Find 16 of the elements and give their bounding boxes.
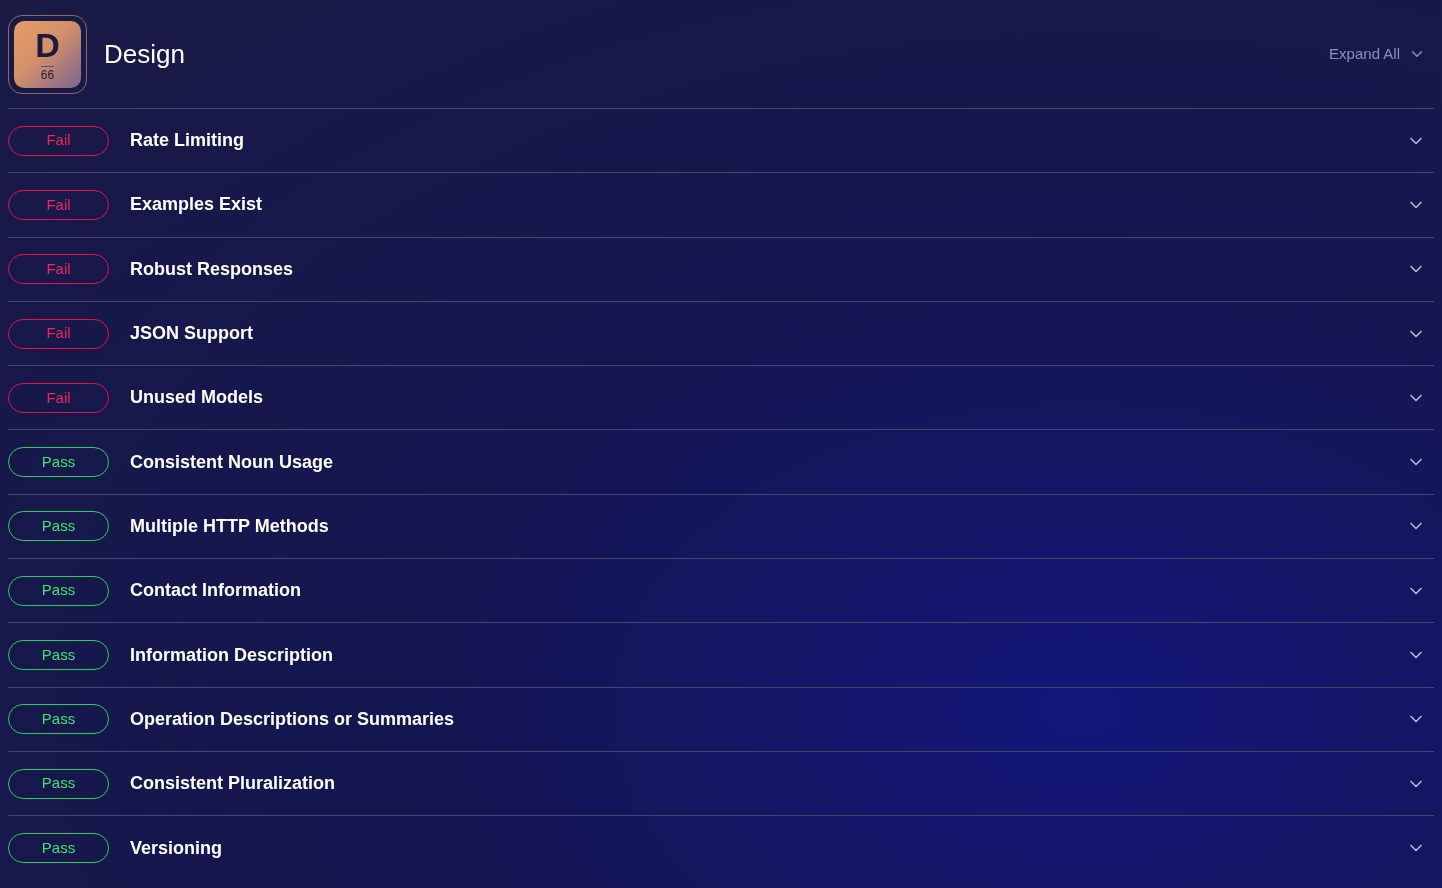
section-title: Design <box>104 37 185 71</box>
check-title: Consistent Pluralization <box>130 772 336 796</box>
check-title: Information Description <box>130 643 333 667</box>
check-title: Robust Responses <box>130 257 294 281</box>
check-title: JSON Support <box>130 322 253 346</box>
expand-all-button[interactable]: Expand All <box>1329 42 1426 66</box>
check-title: Operation Descriptions or Summaries <box>130 707 455 731</box>
check-title: Versioning <box>130 836 223 860</box>
check-title: Multiple HTTP Methods <box>130 514 329 538</box>
check-title: Rate Limiting <box>130 129 244 153</box>
grade-letter: D <box>35 27 60 62</box>
check-title: Contact Information <box>130 579 301 603</box>
grade-score: 66 <box>40 65 55 81</box>
check-title: Consistent Noun Usage <box>130 450 334 474</box>
check-title: Unused Models <box>130 386 263 410</box>
check-title: Examples Exist <box>130 193 263 217</box>
